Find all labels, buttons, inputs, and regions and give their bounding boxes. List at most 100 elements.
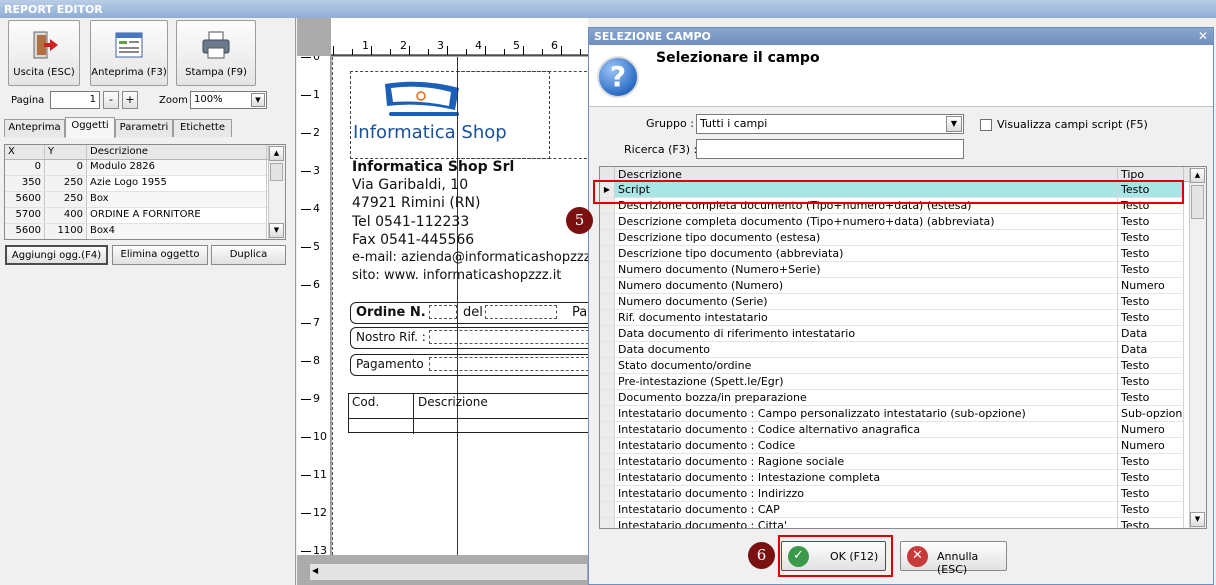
company-tel[interactable]: Tel 0541-112233 xyxy=(352,214,469,230)
script-fields-checkbox[interactable] xyxy=(980,119,992,131)
search-input[interactable] xyxy=(696,139,964,159)
objects-table[interactable]: X Y Descrizione 0 0 Modulo 2826 350 250 Azie … xyxy=(4,144,286,240)
fields-table[interactable]: Descrizione Tipo ▶ Script Testo Descrizione… xyxy=(599,166,1207,529)
step-5-badge: 5 xyxy=(566,207,593,234)
list-item[interactable]: Documento bozza/in preparazione Testo xyxy=(600,390,1206,406)
company-email[interactable]: e-mail: azienda@informaticashopzzz.it xyxy=(352,250,588,265)
ruler-top-label: 5 xyxy=(513,39,520,52)
ruler-tick xyxy=(580,49,581,55)
scroll-up-icon[interactable]: ▲ xyxy=(269,146,284,161)
row-indicator xyxy=(600,470,615,486)
list-item[interactable]: Numero documento (Numero+Serie) Testo xyxy=(600,262,1206,278)
header-box[interactable] xyxy=(457,71,588,159)
close-icon[interactable]: ✕ xyxy=(1198,29,1208,43)
column-header-type[interactable]: Tipo xyxy=(1118,167,1184,181)
list-item[interactable]: Intestatario documento : Ragione sociale… xyxy=(600,454,1206,470)
scroll-left-icon[interactable]: ◀ xyxy=(312,566,318,575)
payment-field xyxy=(429,357,588,371)
duplicate-button[interactable]: Duplica xyxy=(211,245,286,265)
canvas-horizontal-scrollbar[interactable]: ◀ xyxy=(309,563,588,581)
column-header-y[interactable]: Y xyxy=(45,145,87,159)
add-object-button[interactable]: Aggiungi ogg.(F4) xyxy=(5,245,108,265)
report-page[interactable]: Informatica Shop Informatica Shop Srl Vi… xyxy=(332,57,588,555)
fields-scrollbar[interactable]: ▲ ▼ xyxy=(1189,167,1206,528)
ruler-tick xyxy=(390,49,391,55)
list-item[interactable]: Pre-intestazione (Spett.le/Egr) Testo xyxy=(600,374,1206,390)
list-item[interactable]: Numero documento (Numero) Numero xyxy=(600,278,1206,294)
order-box[interactable]: Ordine N. del Pa xyxy=(350,302,588,324)
table-row[interactable]: 5700 400 ORDINE A FORNITORE xyxy=(5,208,285,224)
list-item[interactable]: Descrizione tipo documento (abbreviata) T… xyxy=(600,246,1206,262)
tab-etichette[interactable]: Etichette xyxy=(173,119,232,137)
table-row[interactable]: 5600 250 Box xyxy=(5,192,285,208)
field-description: Pre-intestazione (Spett.le/Egr) xyxy=(615,374,1118,390)
table-cell: Box xyxy=(87,192,267,207)
scroll-thumb[interactable] xyxy=(1191,185,1204,219)
field-type: Testo xyxy=(1118,246,1184,262)
table-row[interactable]: 5600 1100 Box4 xyxy=(5,224,285,239)
tab-oggetti[interactable]: Oggetti xyxy=(65,117,115,138)
list-item[interactable]: Intestatario documento : Indirizzo Testo xyxy=(600,486,1206,502)
scroll-up-icon[interactable]: ▲ xyxy=(1190,168,1205,183)
list-item[interactable]: Intestatario documento : Citta' Testo xyxy=(600,518,1206,528)
table-row[interactable]: 350 250 Azie Logo 1955 xyxy=(5,176,285,192)
cancel-button[interactable]: ✕ Annulla (ESC) xyxy=(900,541,1007,576)
list-item[interactable]: Descrizione completa documento (Tipo+num… xyxy=(600,214,1206,230)
list-item[interactable]: Data documento Data xyxy=(600,342,1206,358)
company-site[interactable]: sito: www. informaticashopzzz.it xyxy=(352,268,561,283)
list-item[interactable]: Numero documento (Serie) Testo xyxy=(600,294,1206,310)
tab-anteprima[interactable]: Anteprima xyxy=(4,119,65,137)
company-address2[interactable]: 47921 Rimini (RN) xyxy=(352,195,480,211)
delete-object-button[interactable]: Elimina oggetto xyxy=(112,245,208,265)
list-item[interactable]: Intestatario documento : CAP Testo xyxy=(600,502,1206,518)
list-item[interactable]: Intestatario documento : Campo personali… xyxy=(600,406,1206,422)
zoom-select[interactable]: 100% ▼ xyxy=(190,91,267,109)
group-label: Gruppo : xyxy=(646,117,694,130)
page-minus-button[interactable]: - xyxy=(103,91,119,109)
preview-button[interactable]: Anteprima (F3) xyxy=(90,20,168,86)
ruler-tick xyxy=(301,361,311,362)
exit-button[interactable]: Uscita (ESC) xyxy=(8,20,80,86)
preview-document-icon xyxy=(115,32,143,58)
payment-box[interactable]: Pagamento xyxy=(350,354,588,376)
company-fax[interactable]: Fax 0541-445566 xyxy=(352,232,474,248)
items-table[interactable]: Cod. Descrizione xyxy=(348,393,588,434)
list-item[interactable]: Stato documento/ordine Testo xyxy=(600,358,1206,374)
column-header-x[interactable]: X xyxy=(5,145,45,159)
company-name[interactable]: Informatica Shop Srl xyxy=(352,159,514,175)
reference-box[interactable]: Nostro Rif. : xyxy=(350,327,588,349)
ruler-left-label: 8 xyxy=(313,354,320,367)
scroll-thumb[interactable] xyxy=(270,163,283,181)
list-item[interactable]: Intestatario documento : Codice alternat… xyxy=(600,422,1206,438)
chevron-down-icon[interactable]: ▼ xyxy=(251,93,265,107)
scroll-down-icon[interactable]: ▼ xyxy=(269,223,284,238)
column-header-description[interactable]: Descrizione xyxy=(615,167,1118,181)
objects-scrollbar[interactable]: ▲ ▼ xyxy=(268,145,285,239)
ok-button-highlight xyxy=(778,535,893,577)
report-canvas[interactable]: 1234567 012345678910111213 Informatica S… xyxy=(297,18,596,585)
group-select[interactable]: Tutti i campi ▼ xyxy=(696,114,964,134)
ruler-left: 0 1 2 3 4 5 6 7 8 9 10 11 12 13 xyxy=(297,18,331,557)
table-cell: 350 xyxy=(5,176,45,191)
company-address1[interactable]: Via Garibaldi, 10 xyxy=(352,177,468,193)
chevron-down-icon[interactable]: ▼ xyxy=(946,116,962,132)
print-button[interactable]: Stampa (F9) xyxy=(176,20,256,86)
row-indicator xyxy=(600,342,615,358)
tab-parametri[interactable]: Parametri xyxy=(115,119,173,137)
list-item[interactable]: Intestatario documento : Codice Numero xyxy=(600,438,1206,454)
page-input[interactable]: 1 xyxy=(50,91,100,109)
ruler-left-label: 4 xyxy=(313,202,320,215)
window-title: REPORT EDITOR xyxy=(0,0,1216,18)
list-item[interactable]: Intestatario documento : Intestazione co… xyxy=(600,470,1206,486)
order-date-label: del xyxy=(463,305,483,320)
field-description: Intestatario documento : Citta' xyxy=(615,518,1118,528)
scroll-down-icon[interactable]: ▼ xyxy=(1190,512,1205,527)
list-item[interactable]: Descrizione tipo documento (estesa) Testo xyxy=(600,230,1206,246)
page-plus-button[interactable]: + xyxy=(122,91,138,109)
list-item[interactable]: Data documento di riferimento intestatar… xyxy=(600,326,1206,342)
column-header-description[interactable]: Descrizione xyxy=(87,145,267,159)
dialog-title: SELEZIONE CAMPO xyxy=(594,30,711,43)
items-header-divider xyxy=(349,418,588,419)
list-item[interactable]: Rif. documento intestatario Testo xyxy=(600,310,1206,326)
table-row[interactable]: 0 0 Modulo 2826 xyxy=(5,160,285,176)
